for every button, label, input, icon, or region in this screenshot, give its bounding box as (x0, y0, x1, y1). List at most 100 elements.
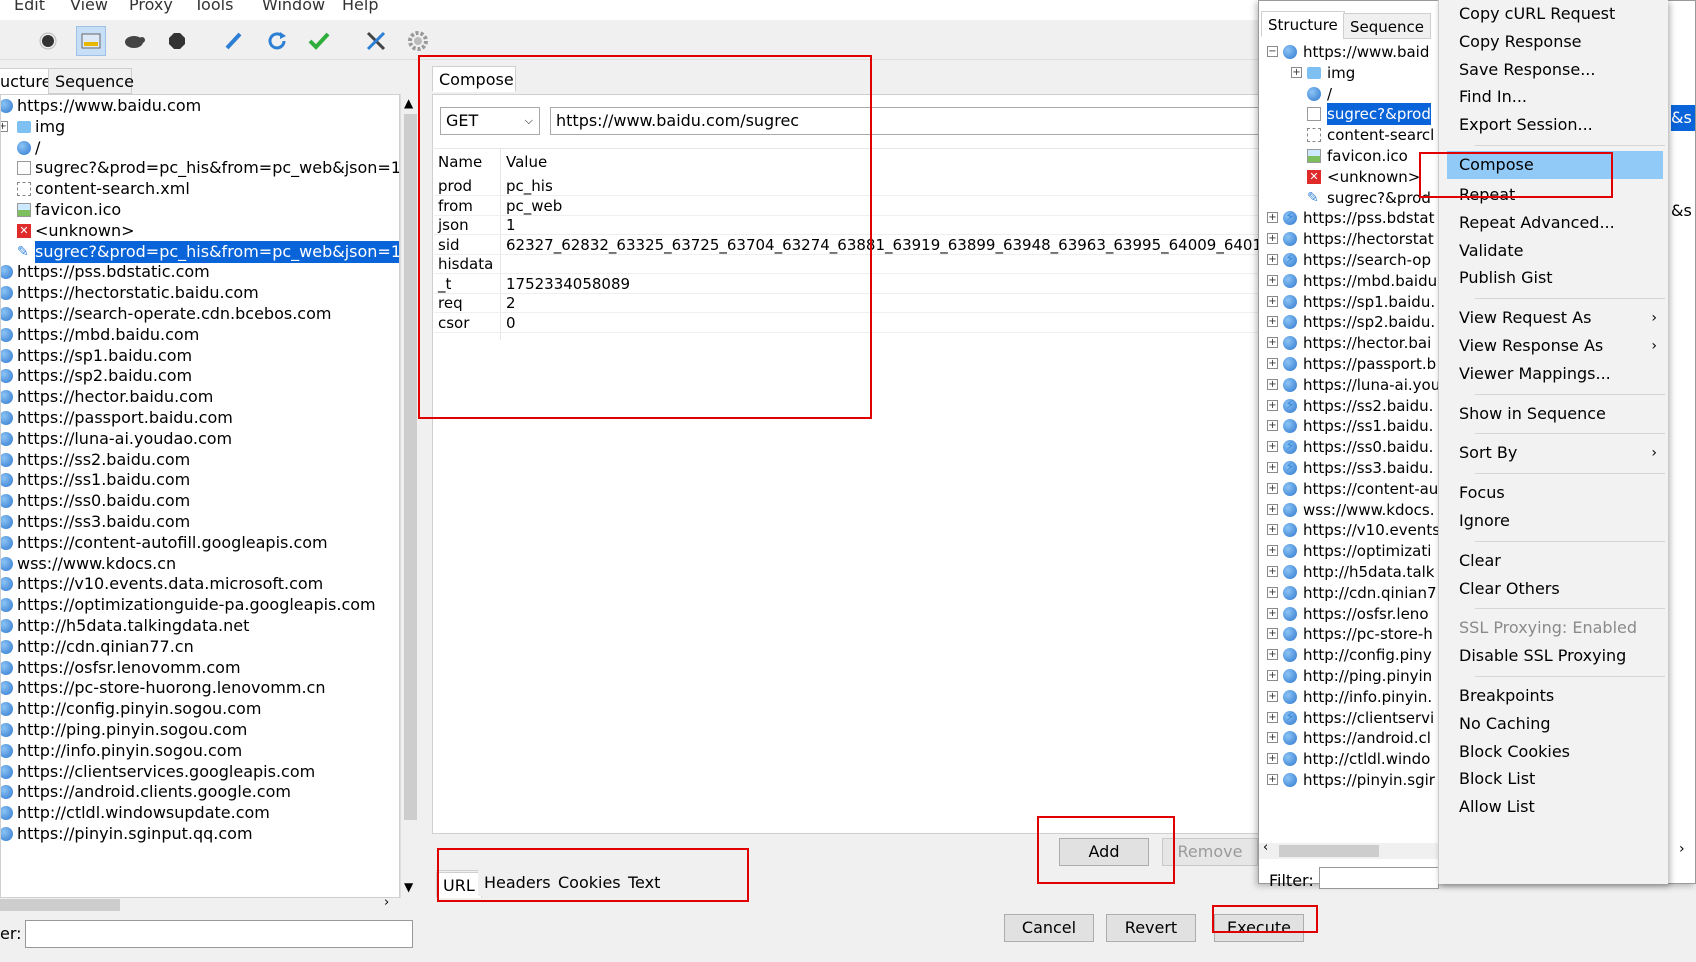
param-value[interactable]: pc_his (506, 176, 553, 196)
tab-url[interactable]: URL (436, 872, 482, 898)
menu-item-viewer-mappings[interactable]: Viewer Mappings... (1447, 360, 1663, 388)
menu-item-breakpoints[interactable]: Breakpoints (1447, 682, 1663, 710)
scroll-left-icon[interactable]: ‹ (1263, 840, 1268, 855)
tab-compose[interactable]: Compose (432, 66, 516, 92)
stop-icon[interactable] (162, 26, 192, 56)
method-select[interactable]: GET ⌵ (440, 107, 540, 135)
expand-icon[interactable]: + (1267, 337, 1278, 349)
expand-icon[interactable]: + (1267, 545, 1278, 557)
expand-icon[interactable]: + (1267, 254, 1278, 265)
menu-item-publish-gist[interactable]: Publish Gist (1447, 264, 1663, 292)
expand-icon[interactable]: + (1267, 711, 1278, 723)
menu-help[interactable]: Help (342, 0, 378, 14)
left-horizontal-scrollbar[interactable]: › (0, 895, 420, 912)
menu-item-no-caching[interactable]: No Caching (1447, 710, 1663, 738)
expand-icon[interactable]: + (1267, 607, 1278, 619)
expand-icon[interactable]: + (1267, 462, 1278, 473)
gear-icon[interactable] (403, 26, 433, 56)
cancel-button[interactable]: Cancel (1004, 914, 1094, 942)
expand-icon[interactable]: + (1267, 566, 1278, 577)
menu-tools[interactable]: Tools (194, 0, 233, 14)
scroll-right-icon[interactable]: › (384, 895, 389, 910)
tab-text[interactable]: Text (622, 870, 667, 896)
expand-icon[interactable]: + (1267, 441, 1278, 453)
param-name[interactable]: _t (438, 274, 451, 294)
tab-sequence[interactable]: Sequence (48, 68, 134, 94)
param-name[interactable]: from (438, 196, 473, 216)
menu-item-view-response-as[interactable]: View Response As › (1447, 332, 1663, 360)
right-filter-input[interactable] (1319, 867, 1439, 889)
scroll-up-icon[interactable]: ▲ (404, 96, 413, 110)
expand-icon[interactable]: + (1267, 670, 1278, 681)
expand-icon[interactable]: + (1267, 274, 1278, 286)
param-value[interactable]: 1 (506, 215, 516, 235)
expand-icon[interactable]: + (1267, 586, 1278, 598)
param-name[interactable]: sid (438, 235, 460, 255)
expand-icon[interactable]: + (1267, 295, 1278, 307)
scroll-down-icon[interactable]: ▼ (404, 880, 413, 894)
throttle-icon[interactable] (76, 26, 106, 56)
param-name[interactable]: prod (438, 176, 472, 196)
tools-icon[interactable] (361, 26, 391, 56)
expand-icon[interactable]: + (1291, 66, 1302, 78)
menu-item-focus[interactable]: Focus (1447, 479, 1663, 507)
refresh-icon[interactable] (262, 26, 292, 56)
expand-icon[interactable]: + (1267, 774, 1278, 785)
menu-item-save-response[interactable]: Save Response... (1447, 56, 1663, 84)
expand-icon[interactable]: + (1267, 649, 1278, 661)
menu-item-view-request-as[interactable]: View Request As › (1447, 304, 1663, 332)
right-tab-sequence[interactable]: Sequence (1343, 13, 1431, 39)
left-vertical-scrollbar[interactable]: ▲ ▼ (400, 94, 420, 898)
menu-item-find-in[interactable]: Find In... (1447, 83, 1663, 111)
right-hscroll-thumb[interactable] (1279, 845, 1379, 857)
menu-item-clear[interactable]: Clear (1447, 547, 1663, 575)
tab-headers[interactable]: Headers (478, 870, 558, 896)
expand-icon[interactable]: + (1267, 420, 1278, 432)
right-hscrollbar[interactable]: ‹ (1259, 840, 1439, 859)
expand-icon[interactable]: + (1267, 753, 1278, 765)
scroll-thumb[interactable] (404, 114, 417, 820)
menu-edit[interactable]: Edit (14, 0, 45, 14)
expand-icon[interactable]: + (1267, 482, 1278, 494)
menu-item-block-list[interactable]: Block List (1447, 765, 1663, 793)
param-value[interactable]: 2 (506, 293, 516, 313)
expand-icon[interactable]: + (1267, 399, 1278, 411)
menu-item-compose[interactable]: Compose (1447, 151, 1663, 179)
remove-param-button[interactable]: Remove (1162, 838, 1258, 866)
expand-icon[interactable]: + (1267, 233, 1278, 245)
revert-button[interactable]: Revert (1106, 914, 1196, 942)
filter-input[interactable] (25, 920, 413, 948)
hscroll-thumb[interactable] (0, 899, 120, 911)
turtle-icon[interactable] (119, 26, 149, 56)
right-scroll-right-icon[interactable]: › (1679, 841, 1685, 857)
right-tab-structure[interactable]: Structure (1261, 11, 1345, 37)
menu-item-disable-ssl-proxying[interactable]: Disable SSL Proxying (1447, 642, 1663, 670)
menu-item-copy-response[interactable]: Copy Response (1447, 28, 1663, 56)
param-name[interactable]: req (438, 293, 463, 313)
menu-item-allow-list[interactable]: Allow List (1447, 793, 1663, 821)
add-param-button[interactable]: Add (1059, 838, 1149, 866)
expand-icon[interactable]: + (1267, 503, 1278, 515)
menu-item-sort-by[interactable]: Sort By › (1447, 439, 1663, 467)
param-value[interactable]: pc_web (506, 196, 562, 216)
menu-window[interactable]: Window (262, 0, 325, 14)
expand-icon[interactable]: + (1267, 358, 1278, 369)
expand-icon[interactable]: + (1267, 316, 1278, 328)
pen-icon[interactable] (218, 26, 248, 56)
param-value[interactable]: 0 (506, 313, 516, 333)
param-value[interactable]: 1752334058089 (506, 274, 630, 294)
check-icon[interactable] (304, 26, 334, 56)
tab-cookies[interactable]: Cookies (552, 870, 628, 896)
execute-button[interactable]: Execute (1214, 914, 1304, 942)
menu-item-export-session[interactable]: Export Session... (1447, 111, 1663, 139)
expand-icon[interactable]: + (1267, 212, 1278, 224)
param-name[interactable]: json (438, 215, 469, 235)
menu-item-ignore[interactable]: Ignore (1447, 507, 1663, 535)
menu-proxy[interactable]: Proxy (129, 0, 173, 14)
menu-item-validate[interactable]: Validate (1447, 237, 1663, 265)
menu-view[interactable]: View (70, 0, 108, 14)
param-name[interactable]: hisdata (438, 254, 493, 274)
menu-item-repeat-advanced[interactable]: Repeat Advanced... (1447, 209, 1663, 237)
record-icon[interactable] (33, 26, 63, 56)
menu-item-copy-curl-request[interactable]: Copy cURL Request (1447, 0, 1663, 28)
